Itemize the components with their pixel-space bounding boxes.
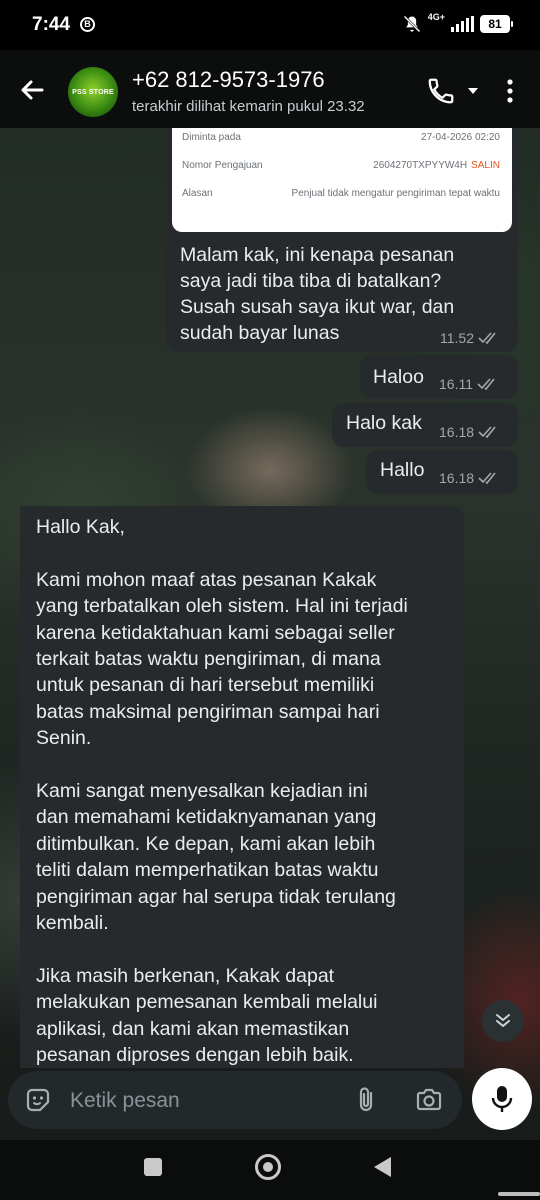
voice-record-button[interactable]	[472, 1068, 532, 1130]
more-options-icon[interactable]	[500, 76, 520, 106]
message-input[interactable]	[68, 1081, 342, 1121]
order-row-value: 2604270TXPYYW4H	[373, 160, 468, 171]
message-text: Halo kak	[346, 412, 422, 434]
chevron-down-icon[interactable]	[466, 84, 480, 98]
read-double-tick-icon	[477, 378, 495, 391]
order-row-label: Nomor Pengajuan	[182, 160, 263, 171]
sticker-icon[interactable]	[24, 1086, 52, 1114]
message-meta: 16.18	[439, 470, 500, 486]
paperclip-icon[interactable]	[352, 1085, 382, 1115]
order-row: Diminta pada 27-04-2026 02:20	[182, 132, 500, 148]
order-row-value: 27-04-2026 02:20	[421, 132, 500, 143]
chat-header: PSS STORE +62 812-9573-1976 terakhir dil…	[0, 50, 540, 128]
message-text: Hallo	[380, 459, 425, 481]
battery-level: 81	[480, 15, 513, 33]
order-row: Nomor Pengajuan 2604270TXPYYW4H SALIN	[182, 160, 500, 176]
signal-strength-icon	[451, 16, 474, 32]
message-composer	[8, 1071, 462, 1129]
message-meta: 11.52	[440, 330, 500, 346]
status-badge-b-icon: B	[80, 17, 95, 32]
read-double-tick-icon	[478, 332, 496, 345]
message-time: 11.52	[440, 330, 474, 346]
network-type-label: 4G+	[427, 12, 445, 22]
read-double-tick-icon	[478, 426, 496, 439]
voice-call-icon[interactable]	[426, 76, 456, 106]
read-double-tick-icon	[478, 472, 496, 485]
cancellation-detail-card[interactable]: Diminta pada 27-04-2026 02:20 Nomor Peng…	[172, 128, 512, 232]
back-triangle-icon[interactable]	[374, 1157, 391, 1177]
microphone-icon	[491, 1086, 513, 1112]
recent-apps-icon[interactable]	[144, 1158, 162, 1176]
avatar-logo-text: PSS STORE	[72, 88, 114, 96]
system-navigation-bar	[0, 1140, 540, 1200]
mute-bell-icon	[403, 15, 421, 33]
double-chevron-down-icon	[496, 1014, 510, 1027]
message-text: Hallo Kak, Kami mohon maaf atas pesanan …	[36, 516, 408, 1067]
message-time: 16.18	[439, 424, 475, 440]
message-time: 16.11	[439, 376, 473, 392]
contact-avatar[interactable]: PSS STORE	[68, 67, 118, 117]
message-text: Haloo	[373, 366, 424, 388]
message-meta: 16.18	[439, 424, 500, 440]
message-time: 16.18	[439, 470, 475, 486]
status-time: 7:44	[32, 14, 71, 35]
message-meta: 16.11	[439, 376, 499, 392]
copy-link[interactable]: SALIN	[471, 160, 500, 171]
contact-name[interactable]: +62 812-9573-1976	[132, 67, 325, 93]
home-icon[interactable]	[255, 1154, 281, 1180]
gesture-pill	[498, 1192, 540, 1196]
order-row-label: Alasan	[182, 188, 213, 199]
scroll-to-bottom-button[interactable]	[482, 1000, 524, 1042]
camera-icon[interactable]	[414, 1085, 444, 1115]
status-bar: 7:44 B 4G+ 81	[0, 0, 540, 50]
order-row-label: Diminta pada	[182, 132, 241, 143]
order-row-value: Penjual tidak mengatur pengiriman tepat …	[291, 188, 500, 199]
back-arrow-icon[interactable]	[16, 74, 48, 106]
message-list[interactable]: Diminta pada 27-04-2026 02:20 Nomor Peng…	[0, 128, 540, 1068]
order-row: Alasan Penjual tidak mengatur pengiriman…	[182, 188, 500, 204]
last-seen-status: terakhir dilihat kemarin pukul 23.32	[132, 98, 365, 115]
